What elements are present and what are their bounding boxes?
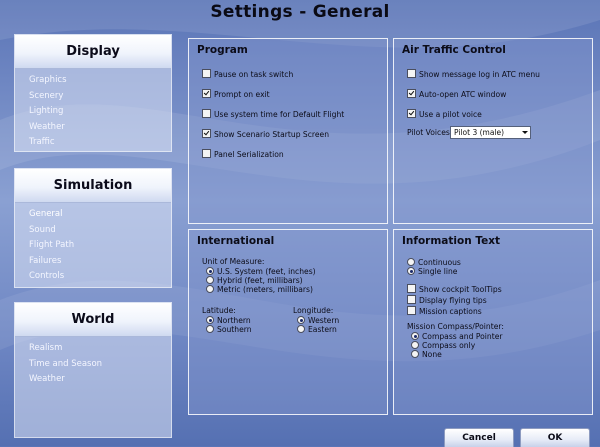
- compass-only-radio[interactable]: [411, 341, 419, 349]
- compass-only-option[interactable]: Compass only: [411, 341, 475, 350]
- nav-item-sound[interactable]: Sound: [15, 223, 171, 239]
- show-message-log-option[interactable]: Show message log in ATC menu: [407, 69, 540, 79]
- longitude-western-radio[interactable]: [297, 316, 305, 324]
- unit-us-radio[interactable]: [206, 267, 214, 275]
- unit-metric-radio[interactable]: [206, 285, 214, 293]
- nav-item-realism[interactable]: Realism: [15, 341, 171, 357]
- display-flying-tips-checkbox[interactable]: [407, 295, 416, 304]
- compass-none-option[interactable]: None: [411, 350, 442, 359]
- compass-and-pointer-option[interactable]: Compass and Pointer: [411, 332, 503, 341]
- compass-and-pointer-radio[interactable]: [411, 332, 419, 340]
- display-flying-tips-option[interactable]: Display flying tips: [407, 295, 487, 305]
- latitude-northern-radio[interactable]: [206, 316, 214, 324]
- single-line-radio[interactable]: [407, 267, 415, 275]
- information-text-title: Information Text: [402, 235, 501, 247]
- panel-atc: Air Traffic Control Show message log in …: [393, 38, 593, 224]
- show-cockpit-tooltips-option[interactable]: Show cockpit ToolTips: [407, 284, 502, 294]
- single-line-option[interactable]: Single line: [407, 267, 457, 276]
- nav-item-controls[interactable]: Controls: [15, 269, 171, 285]
- nav-panel-world: World Realism Time and Season Weather: [14, 302, 172, 438]
- pilot-voices-select[interactable]: Pilot 3 (male): [450, 126, 531, 139]
- nav-item-time-and-season[interactable]: Time and Season: [15, 357, 171, 373]
- show-message-log-checkbox[interactable]: [407, 69, 416, 78]
- longitude-western-option[interactable]: Western: [297, 316, 339, 325]
- latitude-northern-option[interactable]: Northern: [206, 316, 251, 325]
- panel-information-text: Information Text Continuous Single line …: [393, 229, 593, 415]
- compass-none-radio[interactable]: [411, 350, 419, 358]
- nav-item-lighting[interactable]: Lighting: [15, 104, 171, 120]
- nav-header-display[interactable]: Display: [15, 35, 171, 69]
- latitude-southern-radio[interactable]: [206, 325, 214, 333]
- latitude-southern-option[interactable]: Southern: [206, 325, 252, 334]
- atc-title: Air Traffic Control: [402, 44, 506, 56]
- latitude-label: Latitude:: [202, 306, 236, 315]
- pause-on-task-switch-option[interactable]: Pause on task switch: [202, 69, 293, 79]
- nav-item-graphics[interactable]: Graphics: [15, 73, 171, 89]
- ok-button[interactable]: OK: [520, 428, 590, 447]
- window-title: Settings - General: [210, 2, 390, 22]
- nav-item-scenery[interactable]: Scenery: [15, 89, 171, 105]
- prompt-on-exit-option[interactable]: Prompt on exit: [202, 89, 270, 99]
- nav-item-general[interactable]: General: [15, 207, 171, 223]
- panel-international: International Unit of Measure: U.S. Syst…: [188, 229, 388, 415]
- nav-item-traffic[interactable]: Traffic: [15, 135, 171, 151]
- panel-serialization-option[interactable]: Panel Serialization: [202, 149, 284, 159]
- nav-panel-simulation: Simulation General Sound Flight Path Fai…: [14, 168, 172, 288]
- auto-open-atc-checkbox[interactable]: [407, 89, 416, 98]
- program-title: Program: [197, 44, 248, 56]
- use-pilot-voice-option[interactable]: Use a pilot voice: [407, 109, 482, 119]
- use-system-time-checkbox[interactable]: [202, 109, 211, 118]
- mission-compass-label: Mission Compass/Pointer:: [407, 322, 504, 331]
- continuous-radio[interactable]: [407, 258, 415, 266]
- nav-panel-display: Display Graphics Scenery Lighting Weathe…: [14, 34, 172, 152]
- show-scenario-startup-option[interactable]: Show Scenario Startup Screen: [202, 129, 329, 139]
- nav-item-failures[interactable]: Failures: [15, 254, 171, 270]
- pilot-voices-label: Pilot Voices:: [407, 128, 453, 137]
- international-title: International: [197, 235, 275, 247]
- continuous-option[interactable]: Continuous: [407, 258, 461, 267]
- use-pilot-voice-checkbox[interactable]: [407, 109, 416, 118]
- use-system-time-option[interactable]: Use system time for Default Flight: [202, 109, 344, 119]
- pilot-voices-value: Pilot 3 (male): [454, 128, 505, 137]
- nav-item-weather[interactable]: Weather: [15, 120, 171, 136]
- nav-item-world-weather[interactable]: Weather: [15, 372, 171, 388]
- unit-metric-option[interactable]: Metric (meters, millibars): [206, 285, 313, 294]
- unit-us-option[interactable]: U.S. System (feet, inches): [206, 267, 316, 276]
- cancel-button[interactable]: Cancel: [444, 428, 514, 447]
- show-cockpit-tooltips-checkbox[interactable]: [407, 284, 416, 293]
- nav-header-world[interactable]: World: [15, 303, 171, 337]
- prompt-on-exit-checkbox[interactable]: [202, 89, 211, 98]
- longitude-eastern-option[interactable]: Eastern: [297, 325, 337, 334]
- unit-of-measure-label: Unit of Measure:: [202, 257, 265, 266]
- panel-program: Program Pause on task switch Prompt on e…: [188, 38, 388, 224]
- nav-item-flight-path[interactable]: Flight Path: [15, 238, 171, 254]
- longitude-label: Longitude:: [293, 306, 334, 315]
- nav-header-simulation[interactable]: Simulation: [15, 169, 171, 203]
- pause-on-task-switch-checkbox[interactable]: [202, 69, 211, 78]
- chevron-down-icon: [522, 131, 528, 134]
- unit-hybrid-option[interactable]: Hybrid (feet, millibars): [206, 276, 303, 285]
- show-scenario-startup-checkbox[interactable]: [202, 129, 211, 138]
- mission-captions-option[interactable]: Mission captions: [407, 306, 482, 316]
- longitude-eastern-radio[interactable]: [297, 325, 305, 333]
- auto-open-atc-option[interactable]: Auto-open ATC window: [407, 89, 506, 99]
- panel-serialization-checkbox[interactable]: [202, 149, 211, 158]
- unit-hybrid-radio[interactable]: [206, 276, 214, 284]
- mission-captions-checkbox[interactable]: [407, 306, 416, 315]
